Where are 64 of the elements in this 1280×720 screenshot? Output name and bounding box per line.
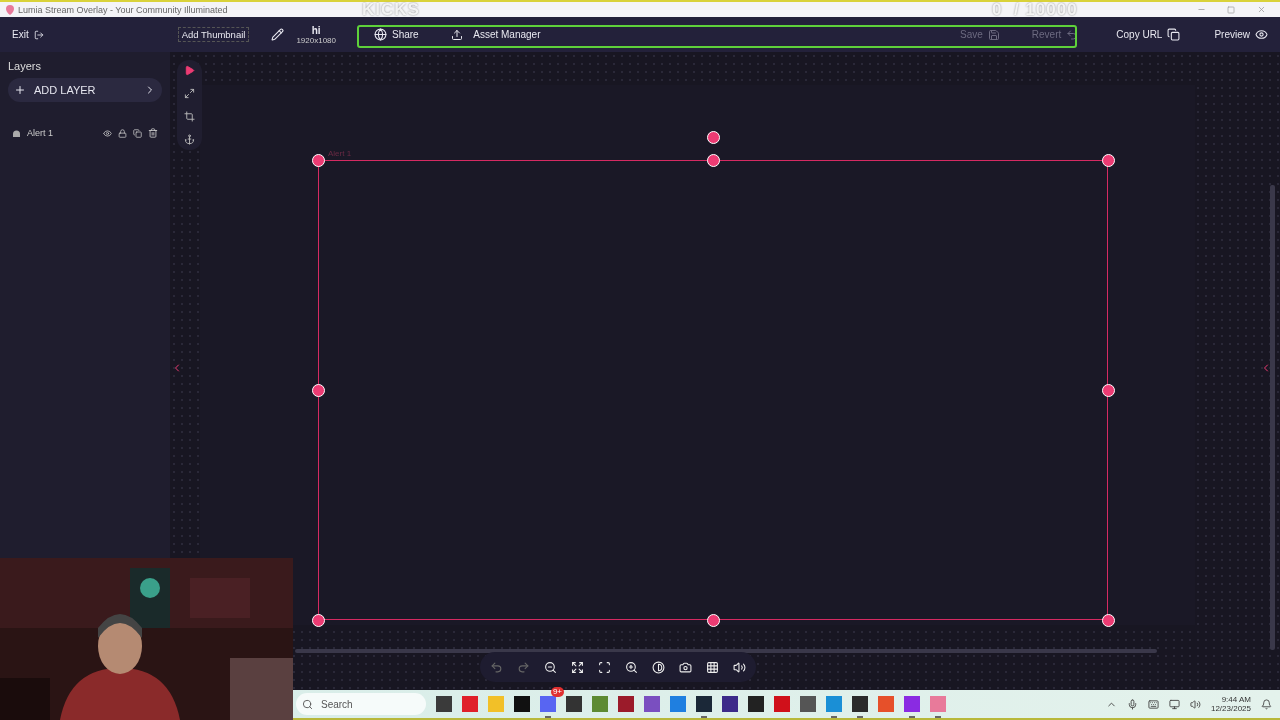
microphone-icon[interactable] <box>1126 698 1138 710</box>
upload-icon <box>450 28 463 41</box>
add-layer-button[interactable]: ADD LAYER <box>8 78 162 102</box>
edit-icon[interactable] <box>271 28 285 41</box>
resolution-text: 1920x1080 <box>296 35 336 45</box>
resize-handle[interactable] <box>312 614 325 627</box>
copy-icon[interactable] <box>133 128 142 138</box>
resize-handle[interactable] <box>707 614 720 627</box>
exit-button[interactable]: Exit <box>8 27 48 42</box>
resize-handle[interactable] <box>1102 614 1115 627</box>
resize-handle[interactable] <box>707 154 720 167</box>
zoom-out-button[interactable] <box>544 660 557 674</box>
resize-tool[interactable] <box>184 88 195 99</box>
selection-label: Alert 1 <box>328 149 352 158</box>
preview-button[interactable]: Preview <box>1210 26 1272 43</box>
fullscreen-button[interactable] <box>598 660 611 674</box>
resize-handle[interactable] <box>1102 384 1115 397</box>
plus-icon <box>14 84 26 96</box>
bell-icon <box>12 128 21 138</box>
app-icon[interactable] <box>696 696 712 718</box>
volume-icon[interactable] <box>1189 698 1201 710</box>
save-icon <box>987 28 1000 41</box>
copy-url-button[interactable]: Copy URL <box>1112 26 1185 43</box>
date-text: 12/23/2025 <box>1210 704 1251 713</box>
eye-icon <box>1255 28 1268 41</box>
pin-icon <box>6 4 14 15</box>
share-button[interactable]: Share <box>370 26 423 43</box>
resize-handle[interactable] <box>312 384 325 397</box>
zoom-in-button[interactable] <box>625 660 638 674</box>
keyboard-icon[interactable] <box>1147 698 1159 710</box>
eye-icon[interactable] <box>103 128 112 138</box>
contrast-button[interactable] <box>652 660 665 674</box>
layers-title: Layers <box>8 60 43 72</box>
resize-handle[interactable] <box>1102 154 1115 167</box>
time-text: 9:44 AM <box>1221 695 1251 704</box>
search-placeholder: Search <box>321 698 353 710</box>
notification-badge: 9+ <box>550 687 564 697</box>
search-icon <box>302 698 313 710</box>
search-field[interactable]: Search <box>296 693 426 715</box>
volume-button[interactable] <box>733 660 746 674</box>
vertical-scrollbar[interactable] <box>1270 185 1275 650</box>
globe-icon <box>374 28 387 41</box>
bell-icon[interactable] <box>1261 698 1272 710</box>
clock[interactable]: 9:44 AM 12/23/2025 <box>1210 695 1251 713</box>
app-icon[interactable] <box>852 696 868 718</box>
horizontal-scrollbar[interactable] <box>295 649 1157 653</box>
overlay-name: hi <box>311 24 321 36</box>
lock-icon[interactable] <box>118 128 127 138</box>
anchor-tool[interactable] <box>184 134 195 145</box>
rotate-handle[interactable] <box>707 131 720 144</box>
layer-name: Alert 1 <box>27 128 54 138</box>
add-thumbnail-button[interactable]: Add Thumbnail <box>177 27 250 42</box>
layer-item[interactable]: Alert 1 <box>8 122 162 144</box>
crop-tool[interactable] <box>184 111 195 122</box>
trash-icon[interactable] <box>148 128 158 138</box>
grid-button[interactable] <box>706 660 719 674</box>
asset-manager-button[interactable]: Asset Manager <box>446 26 545 43</box>
camera-button[interactable] <box>679 660 692 674</box>
copy-icon <box>1167 28 1181 41</box>
exit-icon <box>33 29 44 40</box>
window-title: Lumia Stream Overlay - Your Community Illuminated <box>18 4 228 15</box>
fit-button[interactable] <box>571 660 584 674</box>
resize-handle[interactable] <box>312 154 325 167</box>
select-tool[interactable] <box>184 65 195 76</box>
